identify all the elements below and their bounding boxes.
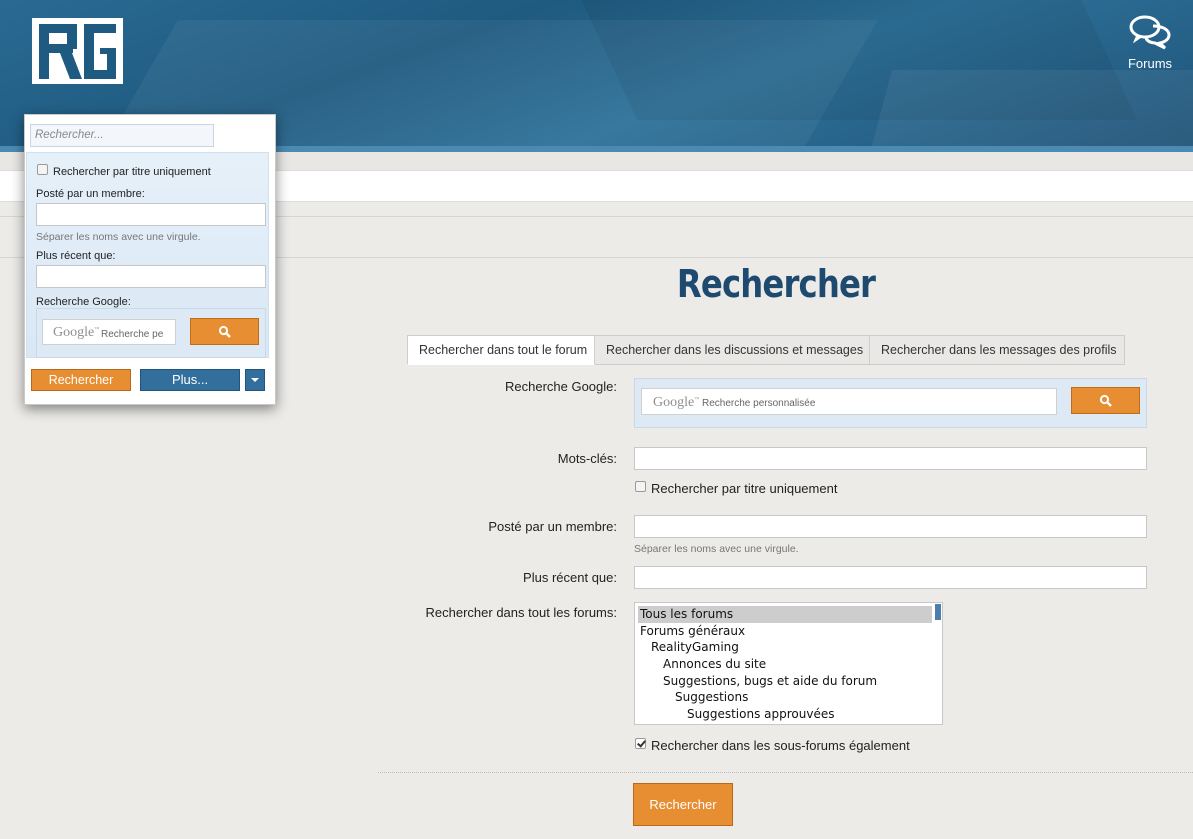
forums-label: Rechercher dans tout les forums: bbox=[425, 605, 617, 620]
keywords-input[interactable] bbox=[634, 447, 1147, 470]
listbox-scrollbar[interactable] bbox=[934, 603, 942, 724]
nav-forums-label: Forums bbox=[1127, 56, 1173, 71]
forum-option[interactable]: Suggestions, bugs et aide du forum bbox=[638, 673, 877, 690]
popup-posted-by-label: Posté par un membre: bbox=[36, 188, 145, 200]
google-search-label: Recherche Google: bbox=[504, 379, 617, 394]
newer-than-input[interactable] bbox=[634, 566, 1147, 589]
separator-hint: Séparer les noms avec une virgule. bbox=[634, 543, 799, 555]
popup-title-only-label: Rechercher par titre uniquement bbox=[53, 166, 211, 178]
search-tabs: Rechercher dans tout le forum Rechercher… bbox=[407, 335, 1125, 365]
submit-search-button[interactable]: Rechercher bbox=[633, 783, 733, 826]
google-logo: Google™ bbox=[653, 395, 700, 410]
popup-search-button[interactable]: Rechercher bbox=[31, 369, 131, 391]
forum-option[interactable]: Suggestions approuvées bbox=[638, 706, 834, 723]
page-title: Rechercher bbox=[676, 262, 876, 306]
keywords-label: Mots-clés: bbox=[557, 451, 617, 466]
tab-search-profile-posts[interactable]: Rechercher dans les messages des profils bbox=[870, 335, 1125, 365]
google-search-input[interactable]: Google™ Recherche personnalisée bbox=[641, 388, 1057, 415]
newer-than-label: Plus récent que: bbox=[523, 570, 617, 585]
popup-google-input[interactable]: Google™ Recherche pe bbox=[42, 319, 176, 345]
quick-search-options: Rechercher par titre uniquement Posté pa… bbox=[26, 152, 269, 358]
popup-newer-than-input[interactable] bbox=[36, 265, 266, 288]
title-only-label: Rechercher par titre uniquement bbox=[651, 481, 838, 496]
forum-option[interactable]: Forums généraux bbox=[638, 623, 745, 640]
popup-separator-hint: Séparer les noms avec une virgule. bbox=[36, 231, 201, 243]
forum-option[interactable]: Annonces du site bbox=[638, 656, 766, 673]
posted-by-input[interactable] bbox=[634, 515, 1147, 538]
quick-search-popup: Rechercher... Rechercher par titre uniqu… bbox=[24, 114, 276, 405]
google-search-box: Google™ Recherche personnalisée bbox=[634, 378, 1147, 428]
popup-more-dropdown-icon[interactable] bbox=[245, 369, 265, 391]
popup-newer-than-label: Plus récent que: bbox=[36, 250, 116, 262]
google-logo: Google™ bbox=[53, 325, 100, 340]
form-divider bbox=[378, 772, 1193, 773]
popup-posted-by-input[interactable] bbox=[36, 203, 266, 226]
forum-option[interactable]: Suggestions bbox=[638, 689, 748, 706]
tab-search-threads[interactable]: Rechercher dans les discussions et messa… bbox=[595, 335, 870, 365]
scrollbar-thumb[interactable] bbox=[935, 604, 941, 620]
subforums-checkbox[interactable] bbox=[635, 738, 646, 749]
speech-bubbles-icon bbox=[1129, 15, 1171, 50]
tab-search-all[interactable]: Rechercher dans tout le forum bbox=[407, 335, 595, 365]
posted-by-label: Posté par un membre: bbox=[488, 519, 617, 534]
title-only-checkbox[interactable] bbox=[635, 481, 646, 492]
popup-google-search-button[interactable] bbox=[190, 318, 259, 345]
quick-search-input[interactable]: Rechercher... bbox=[30, 124, 214, 147]
site-logo[interactable] bbox=[32, 18, 123, 84]
search-icon bbox=[218, 325, 231, 338]
popup-google-label: Recherche Google: bbox=[36, 296, 131, 308]
popup-google-placeholder: Recherche pe bbox=[101, 329, 164, 340]
google-search-placeholder: Recherche personnalisée bbox=[702, 398, 816, 409]
forum-option[interactable]: RealityGaming bbox=[638, 639, 739, 656]
nav-forums[interactable]: Forums bbox=[1125, 14, 1175, 71]
forum-option[interactable]: Tous les forums bbox=[638, 606, 932, 623]
popup-title-only-checkbox[interactable] bbox=[37, 164, 48, 175]
subforums-label: Rechercher dans les sous-forums égalemen… bbox=[651, 738, 910, 753]
search-icon bbox=[1099, 394, 1112, 407]
popup-google-box: Google™ Recherche pe bbox=[36, 308, 266, 358]
google-search-button[interactable] bbox=[1071, 387, 1140, 414]
forums-select[interactable]: Tous les forums Forums généraux RealityG… bbox=[634, 602, 943, 725]
popup-more-button[interactable]: Plus... bbox=[140, 369, 240, 391]
